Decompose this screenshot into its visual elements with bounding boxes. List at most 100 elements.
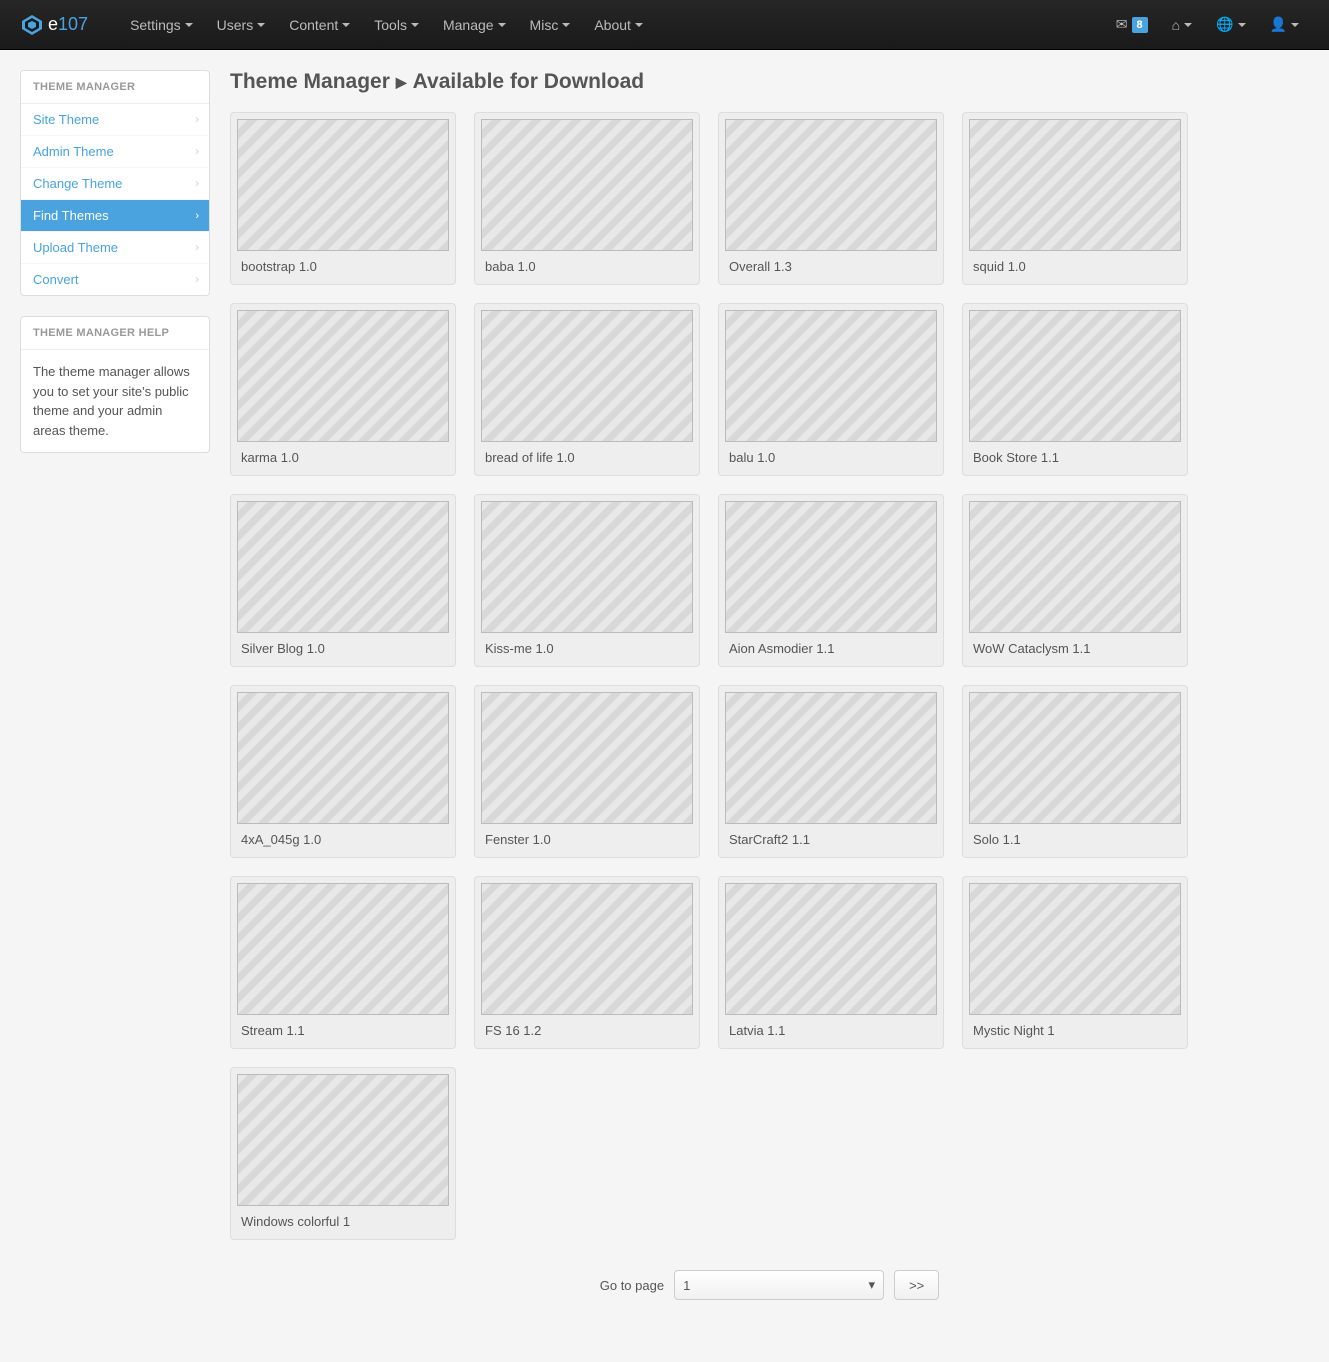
nav-messages[interactable]: ✉ 8 [1106,0,1158,50]
theme-thumbnail[interactable] [481,883,693,1015]
theme-label: Kiss-me 1.0 [481,633,693,660]
theme-label: Book Store 1.1 [969,442,1181,469]
theme-thumbnail[interactable] [725,883,937,1015]
nav-users[interactable]: Users [205,0,278,50]
sidebar-item-link[interactable]: Upload Theme› [21,232,209,264]
theme-thumbnail[interactable] [237,692,449,824]
theme-label: karma 1.0 [237,442,449,469]
chevron-right-icon: › [195,210,199,222]
brand-text-107: 107 [58,14,88,35]
caret-icon [185,23,193,27]
theme-card[interactable]: Silver Blog 1.0 [230,494,456,667]
sidebar: THEME MANAGER Site Theme›Admin Theme›Cha… [20,70,210,1330]
caret-icon [498,23,506,27]
theme-card[interactable]: Overall 1.3 [718,112,944,285]
theme-card[interactable]: Aion Asmodier 1.1 [718,494,944,667]
theme-thumbnail[interactable] [237,1074,449,1206]
theme-thumbnail[interactable] [969,119,1181,251]
sidebar-item-link[interactable]: Convert› [21,264,209,295]
theme-label: FS 16 1.2 [481,1015,693,1042]
theme-card[interactable]: squid 1.0 [962,112,1188,285]
theme-thumbnail[interactable] [969,310,1181,442]
theme-thumbnail[interactable] [725,119,937,251]
theme-thumbnail[interactable] [481,692,693,824]
sidebar-item[interactable]: Change Theme› [21,168,209,200]
theme-thumbnail[interactable] [481,310,693,442]
sidebar-item[interactable]: Upload Theme› [21,232,209,264]
theme-card[interactable]: Windows colorful 1 [230,1067,456,1240]
sidebar-item-label: Site Theme [33,112,99,127]
theme-thumbnail[interactable] [969,692,1181,824]
main-content: Theme Manager ▶ Available for Download b… [210,70,1309,1330]
theme-card[interactable]: balu 1.0 [718,303,944,476]
theme-card[interactable]: Solo 1.1 [962,685,1188,858]
sidebar-item-link[interactable]: Change Theme› [21,168,209,200]
brand-logo[interactable]: e107 [20,13,88,37]
nav-misc[interactable]: Misc [518,0,583,50]
logo-icon [20,13,44,37]
nav-tools[interactable]: Tools [362,0,431,50]
sidebar-item-label: Convert [33,272,79,287]
caret-icon [562,23,570,27]
nav-language[interactable]: 🌐 [1206,0,1255,50]
theme-card[interactable]: baba 1.0 [474,112,700,285]
theme-label: baba 1.0 [481,251,693,278]
theme-thumbnail[interactable] [969,883,1181,1015]
theme-thumbnail[interactable] [481,119,693,251]
theme-card[interactable]: 4xA_045g 1.0 [230,685,456,858]
theme-thumbnail[interactable] [969,501,1181,633]
sidebar-item[interactable]: Site Theme› [21,104,209,136]
theme-card[interactable]: bootstrap 1.0 [230,112,456,285]
nav-user[interactable]: 👤 [1260,0,1309,50]
theme-card[interactable]: Latvia 1.1 [718,876,944,1049]
theme-thumbnail[interactable] [725,692,937,824]
sidebar-menu-title: THEME MANAGER [21,71,209,104]
page-title: Theme Manager ▶ Available for Download [230,70,1309,94]
theme-card[interactable]: StarCraft2 1.1 [718,685,944,858]
theme-card[interactable]: Kiss-me 1.0 [474,494,700,667]
theme-card[interactable]: Fenster 1.0 [474,685,700,858]
caret-icon [1291,23,1299,27]
theme-card[interactable]: Book Store 1.1 [962,303,1188,476]
chevron-right-icon: › [195,178,199,190]
theme-card[interactable]: FS 16 1.2 [474,876,700,1049]
nav-settings[interactable]: Settings [118,0,205,50]
theme-card[interactable]: karma 1.0 [230,303,456,476]
theme-card[interactable]: bread of life 1.0 [474,303,700,476]
pager-current-page: 1 [683,1278,690,1293]
top-navbar: e107 Settings Users Content Tools Manage… [0,0,1329,50]
theme-thumbnail[interactable] [481,501,693,633]
sidebar-item[interactable]: Admin Theme› [21,136,209,168]
theme-card[interactable]: Mystic Night 1 [962,876,1188,1049]
sidebar-item-link[interactable]: Site Theme› [21,104,209,136]
pager-next-button[interactable]: >> [894,1270,939,1300]
theme-card[interactable]: WoW Cataclysm 1.1 [962,494,1188,667]
sidebar-menu: Site Theme›Admin Theme›Change Theme›Find… [21,104,209,295]
theme-label: balu 1.0 [725,442,937,469]
chevron-down-icon: ▾ [869,1277,876,1293]
theme-thumbnail[interactable] [725,310,937,442]
theme-thumbnail[interactable] [725,501,937,633]
nav-content[interactable]: Content [277,0,362,50]
globe-icon: 🌐 [1216,16,1233,33]
theme-thumbnail[interactable] [237,883,449,1015]
sidebar-help-body: The theme manager allows you to set your… [21,350,209,452]
pager-page-select[interactable]: 1 ▾ [674,1270,884,1300]
brand-text-e: e [48,14,58,35]
theme-label: WoW Cataclysm 1.1 [969,633,1181,660]
nav-home[interactable]: ⌂ [1162,0,1202,50]
sidebar-item-link[interactable]: Admin Theme› [21,136,209,168]
theme-label: Mystic Night 1 [969,1015,1181,1042]
nav-about[interactable]: About [582,0,655,50]
theme-card[interactable]: Stream 1.1 [230,876,456,1049]
theme-thumbnail[interactable] [237,501,449,633]
sidebar-item[interactable]: Find Themes› [21,200,209,232]
theme-thumbnail[interactable] [237,310,449,442]
nav-manage[interactable]: Manage [431,0,518,50]
theme-thumbnail[interactable] [237,119,449,251]
theme-label: squid 1.0 [969,251,1181,278]
theme-label: bootstrap 1.0 [237,251,449,278]
theme-label: Solo 1.1 [969,824,1181,851]
sidebar-item[interactable]: Convert› [21,264,209,295]
sidebar-item-link[interactable]: Find Themes› [21,200,209,232]
